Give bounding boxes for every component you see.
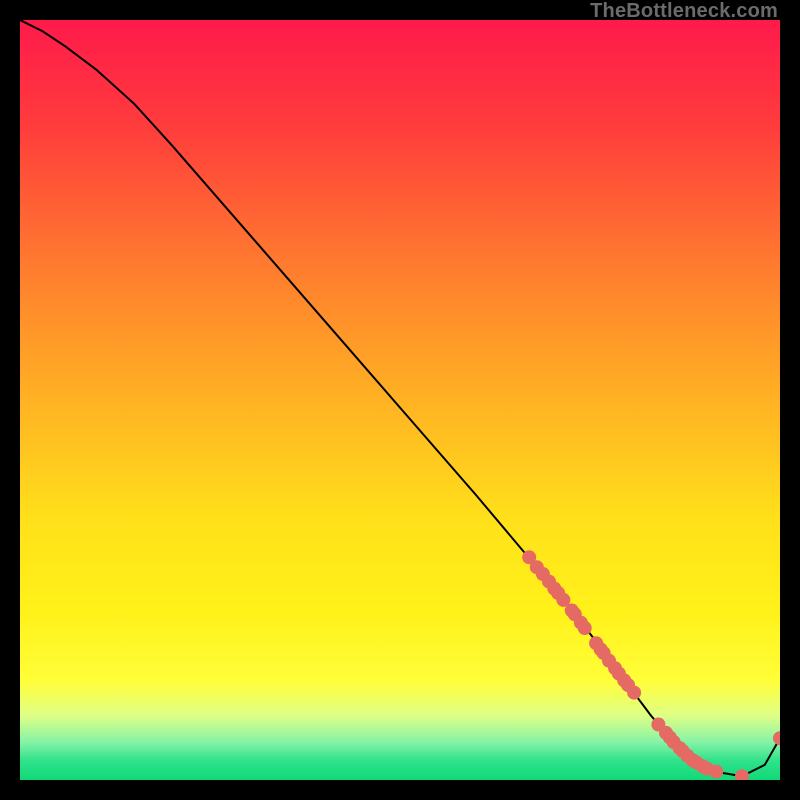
highlight-marker — [578, 621, 592, 635]
highlight-marker — [627, 686, 641, 700]
chart-frame — [20, 20, 780, 780]
attribution-text: TheBottleneck.com — [590, 0, 778, 23]
highlight-marker — [709, 765, 723, 779]
plot-background — [20, 20, 780, 780]
bottleneck-chart — [20, 20, 780, 780]
